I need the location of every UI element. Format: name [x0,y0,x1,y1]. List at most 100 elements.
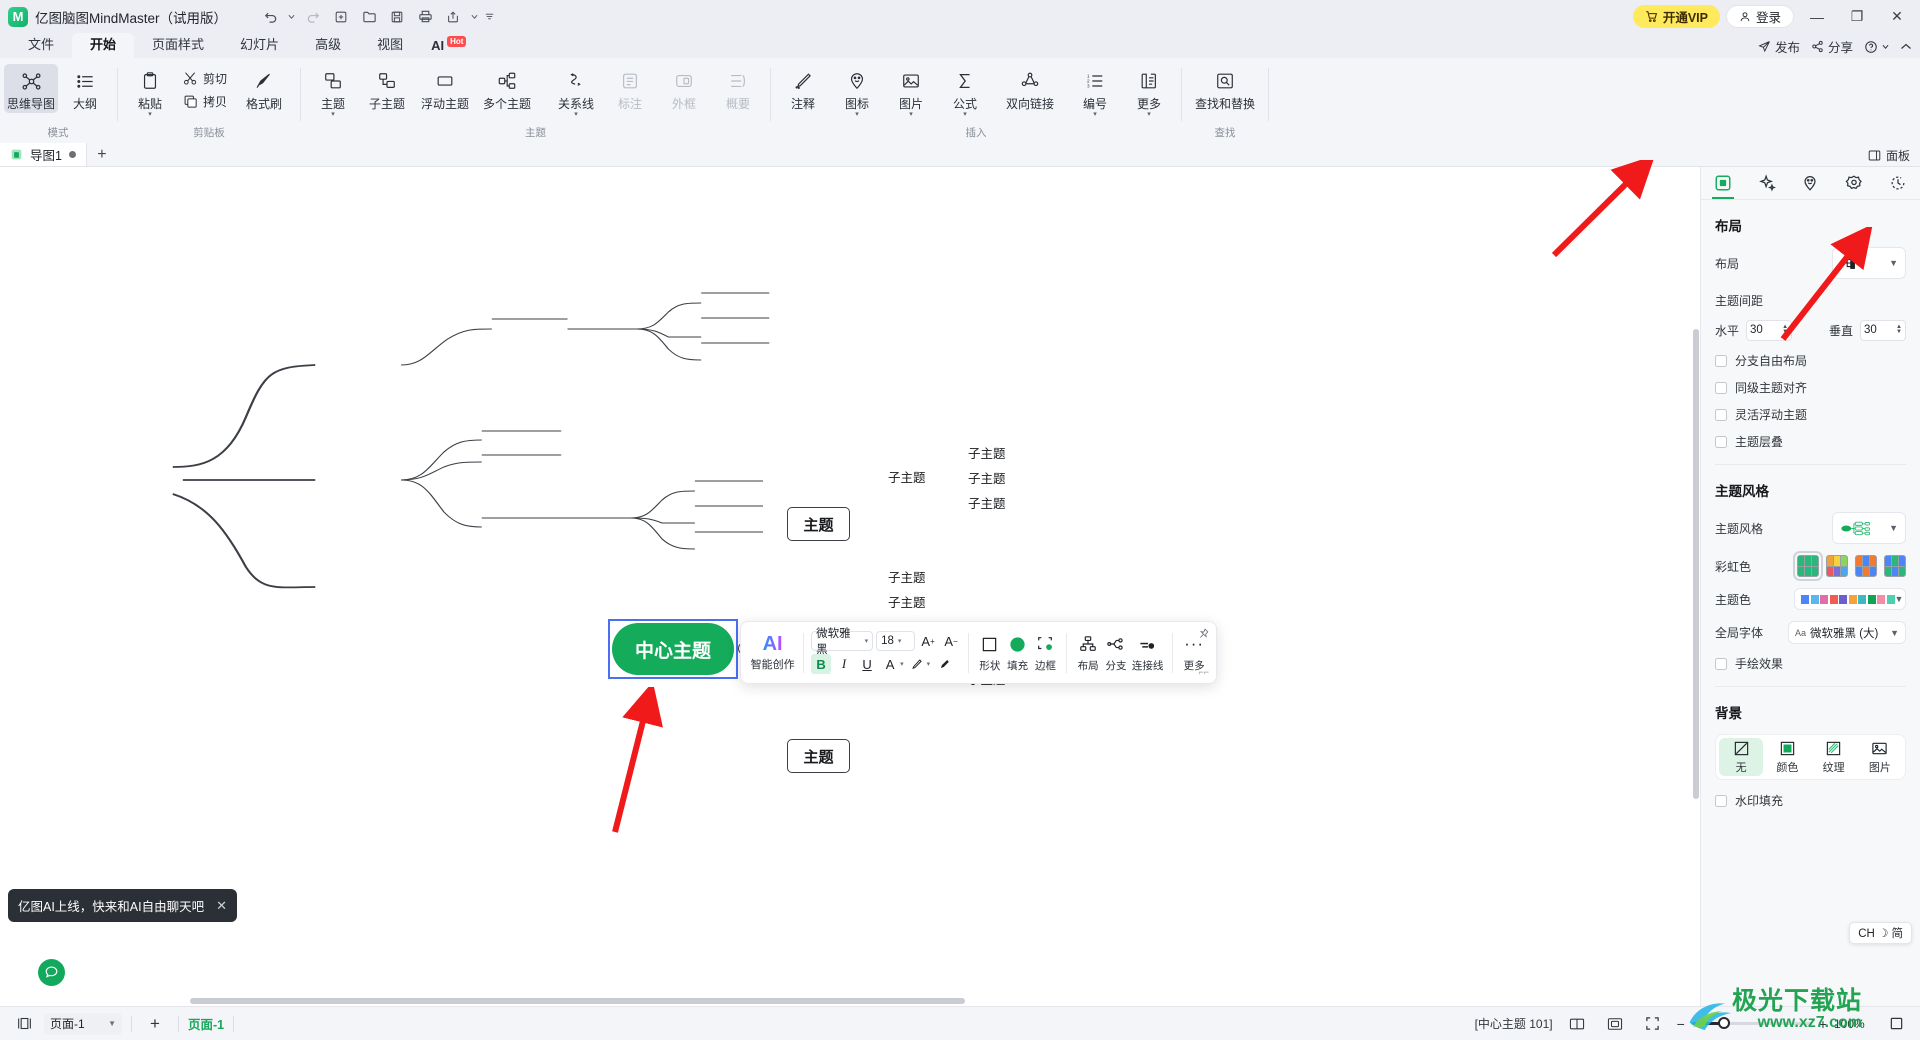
menu-item-advanced[interactable]: 高级 [297,33,359,58]
chevron-down-icon[interactable]: ▾ [574,111,578,119]
page-panel-toggle[interactable] [10,1012,38,1036]
chevron-down-icon[interactable]: ▾ [331,111,335,119]
branch-button[interactable]: 分支 [1102,632,1130,673]
mindmap-canvas[interactable]: 中心主题 主题 主题 主题 子主题 子主题 子主题 子主题 子主题 子主题 子主… [0,167,1700,1006]
export-icon[interactable] [440,5,466,29]
zoom-out-button[interactable]: − [1677,1016,1685,1032]
chevron-down-icon[interactable]: ▾ [963,111,967,119]
zoom-track[interactable] [1691,1017,1812,1030]
rainbow-swatch-2[interactable] [1826,555,1848,577]
horizontal-spacing-input[interactable]: 30 ▲ ▼ [1746,319,1793,341]
menu-item-slideshow[interactable]: 幻灯片 [222,33,297,58]
subtopic-b1-g1[interactable]: 子主题 [968,443,1006,462]
ribbon-relation-line[interactable]: 关系线 ▾ [549,64,603,120]
subtopic-b2-c1[interactable]: 子主题 [888,567,926,586]
subtopic-b1-g2[interactable]: 子主题 [968,468,1006,487]
ribbon-format-painter[interactable]: 格式刷 [233,64,295,113]
rainbow-swatch-1[interactable] [1793,551,1823,581]
subtopic-b1-c1[interactable]: 子主题 [888,467,926,486]
checkbox-topic-overlap[interactable]: 主题层叠 [1715,433,1906,450]
ime-indicator[interactable]: CH ☽ 简 [1849,922,1912,944]
subtopic-b1-g3[interactable]: 子主题 [968,493,1006,512]
global-font-select[interactable]: Aa 微软雅黑 (大) ▼ [1788,621,1906,644]
menu-item-view[interactable]: 视图 [359,33,421,58]
font-family-select[interactable]: 微软雅黑 ▾ [811,628,874,656]
subtopic-b2-c2[interactable]: 子主题 [888,592,926,611]
chevron-down-icon[interactable]: ▾ [855,111,859,119]
theme-color-select[interactable]: ▼ [1794,588,1906,610]
bg-texture-button[interactable]: 纹理 [1812,738,1856,776]
checkbox-flexible-floating[interactable]: 灵活浮动主题 [1715,406,1906,423]
zoom-knob[interactable] [1717,1017,1730,1030]
ribbon-floating-topic[interactable]: 浮动主题 [414,64,476,113]
menu-item-page-style[interactable]: 页面样式 [134,33,222,58]
rainbow-swatch-3[interactable] [1855,555,1877,577]
font-size-select[interactable]: 18 ▾ [876,631,916,651]
layout-button[interactable]: 布局 [1074,632,1102,673]
checkbox-icon[interactable] [1715,354,1727,367]
ribbon-outline-mode[interactable]: 大纲 [58,64,112,113]
split-view-button[interactable] [1563,1012,1591,1036]
add-page-button[interactable]: + [141,1012,169,1036]
bg-none-button[interactable]: 无 [1719,738,1764,776]
print-icon[interactable] [412,5,438,29]
more-qat-icon[interactable] [483,5,496,29]
ribbon-callout[interactable]: 标注 [603,64,657,113]
open-icon[interactable] [356,5,382,29]
ribbon-numbering[interactable]: 123 编号 ▾ [1068,64,1122,120]
bg-color-button[interactable]: 颜色 [1765,738,1809,776]
maximize-button[interactable]: ❐ [1840,0,1874,33]
close-button[interactable]: ✕ [1880,0,1914,33]
topic-node-1[interactable]: 主题 [787,507,850,541]
checkbox-icon[interactable] [1715,657,1727,670]
center-topic[interactable]: 中心主题 [612,623,734,675]
checkbox-align-siblings[interactable]: 同级主题对齐 [1715,379,1906,396]
ribbon-comment[interactable]: 注释 [776,64,830,113]
page-select[interactable]: 页面-1 ▼ [44,1012,122,1035]
right-panel-tab-history[interactable] [1876,167,1920,199]
chevron-down-icon[interactable]: ▾ [1147,111,1151,119]
ribbon-find-replace[interactable]: 查找和替换 [1187,64,1263,113]
theme-style-select[interactable]: ▼ [1832,512,1906,544]
undo-dropdown-icon[interactable] [285,5,298,29]
share-button[interactable]: 分享 [1811,37,1853,56]
right-panel-tab-emoji[interactable] [1789,167,1833,199]
undo-icon[interactable] [257,5,283,29]
menu-item-file[interactable]: 文件 [10,33,72,58]
resize-handle-icon[interactable]: ⌐⌐ [1198,667,1209,677]
ribbon-bidirectional-link[interactable]: 双向链接 [992,64,1068,113]
fullscreen-button[interactable] [1639,1012,1667,1036]
chevron-down-icon[interactable]: ▾ [1093,111,1097,119]
zoom-slider[interactable]: − + 100% [1677,1016,1872,1032]
ribbon-multi-topic[interactable]: 多个主题 [476,64,538,113]
panel-toggle-button[interactable]: 面板 [1868,143,1910,167]
chevron-down-icon[interactable]: ▾ [900,660,904,668]
highlight-button[interactable] [907,654,927,674]
publish-button[interactable]: 发布 [1758,37,1800,56]
ribbon-icon-insert[interactable]: 图标 ▾ [830,64,884,120]
checkbox-hand-draw[interactable]: 手绘效果 [1715,655,1906,672]
checkbox-icon[interactable] [1715,794,1727,807]
vertical-spacing-input[interactable]: 30 ▲ ▼ [1860,319,1906,341]
document-tab[interactable]: 导图1 [0,143,87,166]
pin-toolbar-icon[interactable] [1198,628,1209,642]
spinner-arrows-icon[interactable]: ▲ ▼ [1782,324,1788,335]
checkbox-icon[interactable] [1715,435,1727,448]
right-panel-tab-ai[interactable] [1745,167,1789,199]
spinner-arrows-icon[interactable]: ▲ ▼ [1896,324,1902,335]
italic-button[interactable]: I [834,654,854,674]
checkbox-icon[interactable] [1715,381,1727,394]
ribbon-formula[interactable]: 公式 ▾ [938,64,992,120]
chevron-down-icon[interactable]: ▾ [909,111,913,119]
close-icon[interactable]: ✕ [216,898,227,914]
fit-page-button[interactable] [1601,1012,1629,1036]
topic-node-3[interactable]: 主题 [787,739,850,773]
new-icon[interactable] [328,5,354,29]
horizontal-scrollbar[interactable] [0,996,1700,1006]
add-tab-button[interactable]: + [87,143,117,166]
shape-button[interactable]: 形状 [976,632,1004,673]
login-button[interactable]: 登录 [1725,5,1794,28]
underline-button[interactable]: U [857,654,877,674]
ribbon-topic[interactable]: 主题 ▾ [306,64,360,120]
fill-button[interactable]: 填充 [1004,632,1032,673]
